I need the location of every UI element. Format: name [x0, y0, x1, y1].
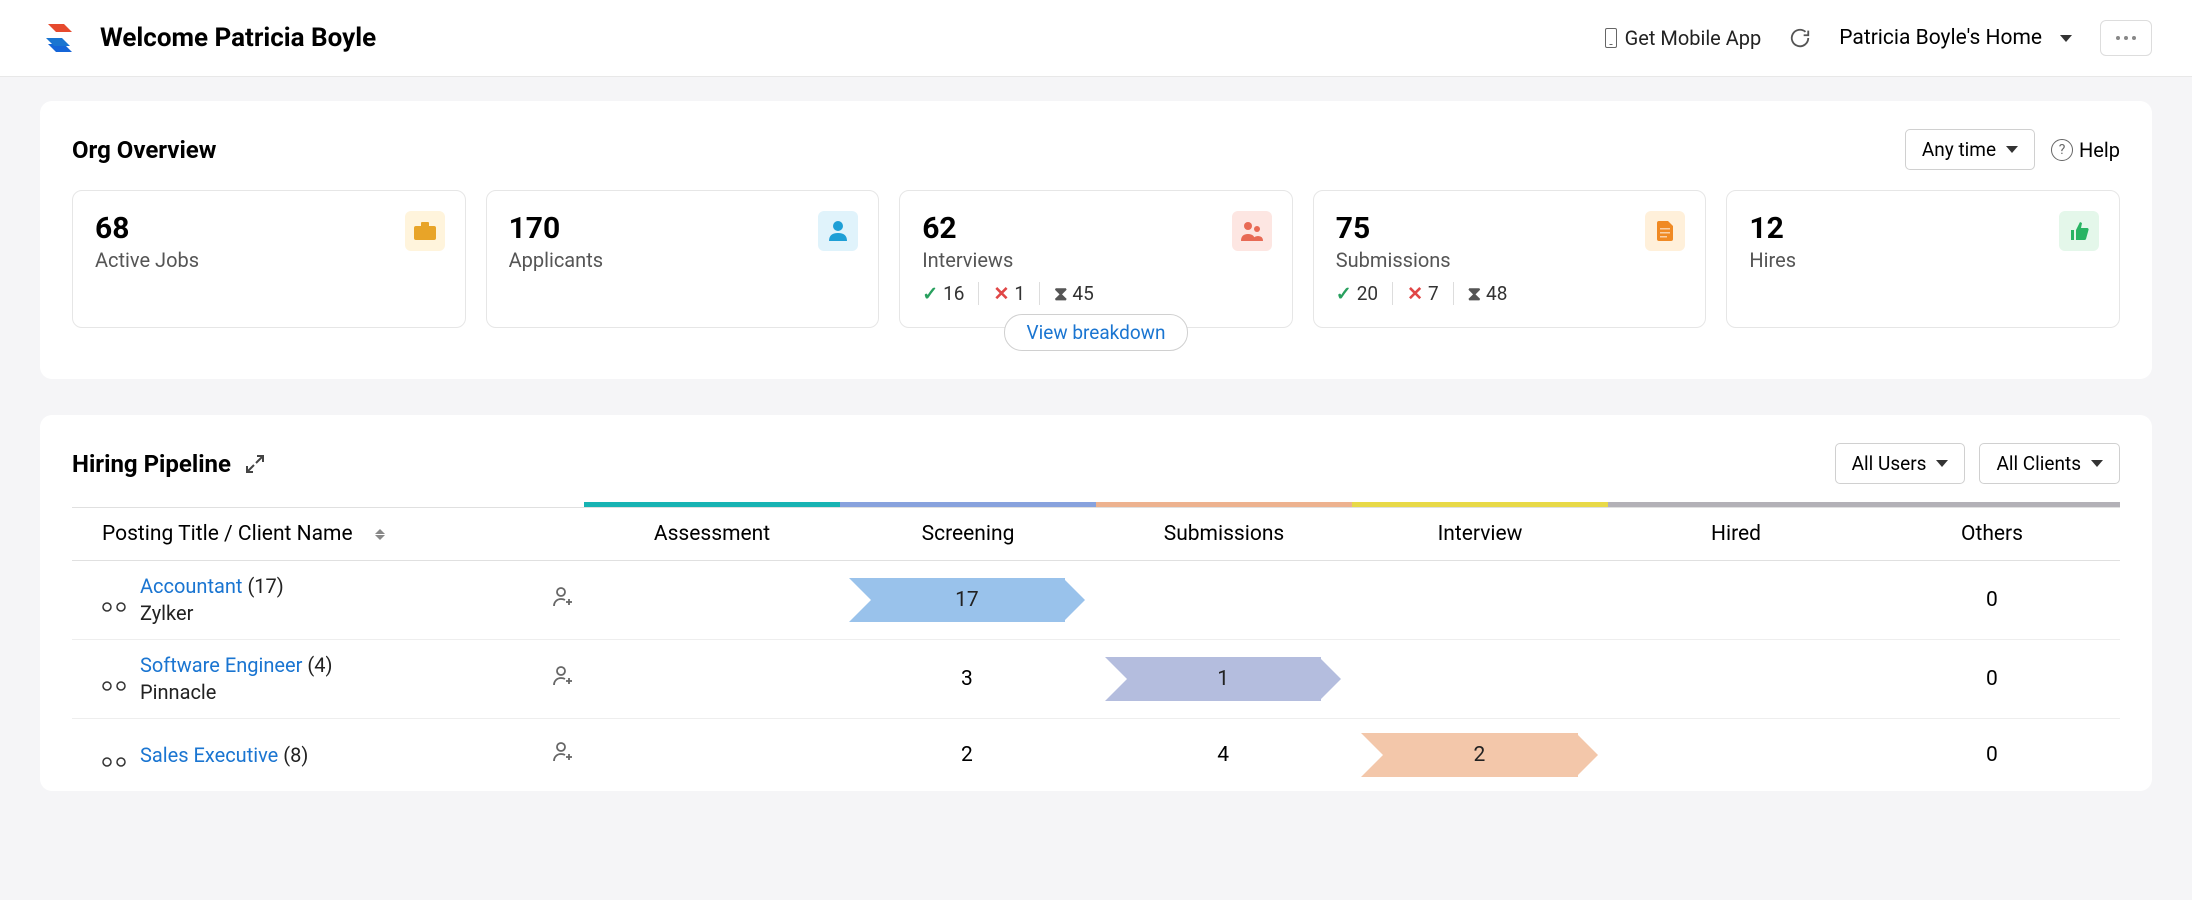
x-icon: ✕	[1407, 282, 1423, 305]
job-count: (8)	[283, 743, 308, 767]
stage-submissions-chip[interactable]: 1	[1105, 657, 1341, 701]
stage-screening: 3	[961, 667, 973, 691]
pipeline-table-header: Posting Title / Client Name Assessment S…	[72, 507, 2120, 561]
hiring-pipeline-card: Hiring Pipeline All Users All Clients	[40, 415, 2152, 791]
stat-hires[interactable]: 12 Hires	[1726, 190, 2120, 328]
clients-filter-dropdown[interactable]: All Clients	[1979, 443, 2120, 484]
stage-color-strip	[72, 502, 2120, 507]
bicycle-icon	[102, 594, 126, 606]
stage-others: 0	[1986, 588, 1998, 612]
pipeline-title: Hiring Pipeline	[72, 450, 231, 478]
stat-label: Applicants	[509, 248, 857, 272]
client-name: Zylker	[140, 600, 537, 627]
stat-value: 170	[509, 211, 857, 246]
refresh-icon[interactable]	[1789, 27, 1811, 49]
home-dropdown[interactable]: Patricia Boyle's Home	[1839, 26, 2072, 50]
hourglass-icon: ⧗	[1054, 282, 1067, 305]
clients-filter-label: All Clients	[1996, 452, 2081, 475]
column-hired[interactable]: Hired	[1608, 508, 1864, 560]
person-icon	[818, 211, 858, 251]
stage-screening: 2	[961, 743, 973, 767]
pipeline-row: Software Engineer (4) Pinnacle 3 1	[72, 640, 2120, 719]
app-logo	[40, 18, 80, 58]
thumbs-up-icon	[2059, 211, 2099, 251]
pending-count: 45	[1072, 282, 1093, 305]
x-icon: ✕	[993, 282, 1009, 305]
stage-submissions: 4	[1217, 743, 1229, 767]
column-interview[interactable]: Interview	[1352, 508, 1608, 560]
stat-value: 68	[95, 211, 443, 246]
home-dropdown-label: Patricia Boyle's Home	[1839, 26, 2042, 50]
stat-active-jobs[interactable]: 68 Active Jobs	[72, 190, 466, 328]
rejected-count: 1	[1014, 282, 1025, 305]
get-mobile-app-link[interactable]: Get Mobile App	[1605, 26, 1762, 50]
bicycle-icon	[102, 749, 126, 761]
view-breakdown-button[interactable]: View breakdown	[1004, 314, 1189, 351]
stat-label: Submissions	[1336, 248, 1684, 272]
phone-icon	[1605, 28, 1617, 48]
stat-label: Hires	[1749, 248, 2097, 272]
briefcase-icon	[405, 211, 445, 251]
stat-label: Interviews	[922, 248, 1270, 272]
chevron-down-icon	[2006, 146, 2018, 153]
stat-value: 12	[1749, 211, 2097, 246]
welcome-text: Welcome Patricia Boyle	[100, 23, 376, 53]
chevron-down-icon	[2060, 35, 2072, 42]
people-icon	[1232, 211, 1272, 251]
chevron-down-icon	[2091, 460, 2103, 467]
pipeline-table: Posting Title / Client Name Assessment S…	[72, 502, 2120, 791]
org-overview-card: Org Overview Any time ? Help 68 Active J…	[40, 101, 2152, 379]
column-submissions[interactable]: Submissions	[1096, 508, 1352, 560]
users-filter-label: All Users	[1852, 452, 1927, 475]
chevron-down-icon	[1936, 460, 1948, 467]
check-icon: ✓	[922, 282, 938, 305]
pipeline-row: Accountant (17) Zylker 17	[72, 561, 2120, 640]
approved-count: 20	[1357, 282, 1378, 305]
column-assessment[interactable]: Assessment	[584, 508, 840, 560]
rejected-count: 7	[1428, 282, 1439, 305]
column-others[interactable]: Others	[1864, 508, 2120, 560]
topbar: Welcome Patricia Boyle Get Mobile App Pa…	[0, 0, 2192, 77]
pipeline-row: Sales Executive (8) 2 4 2	[72, 719, 2120, 791]
job-count: (4)	[307, 653, 332, 677]
column-screening[interactable]: Screening	[840, 508, 1096, 560]
help-icon: ?	[2051, 139, 2073, 161]
job-title-link[interactable]: Software Engineer	[140, 653, 302, 677]
add-person-icon[interactable]	[551, 585, 575, 615]
column-posting[interactable]: Posting Title / Client Name	[72, 508, 584, 560]
sort-icon	[375, 529, 385, 540]
more-button[interactable]	[2100, 20, 2152, 56]
stage-interview-chip[interactable]: 2	[1361, 733, 1597, 777]
help-label: Help	[2079, 138, 2120, 162]
time-filter-label: Any time	[1922, 138, 1996, 161]
document-icon	[1645, 211, 1685, 251]
stage-others: 0	[1986, 743, 1998, 767]
bicycle-icon	[102, 673, 126, 685]
job-title-link[interactable]: Sales Executive	[140, 743, 278, 767]
add-person-icon[interactable]	[551, 740, 575, 770]
client-name: Pinnacle	[140, 679, 537, 706]
check-icon: ✓	[1336, 282, 1352, 305]
stat-value: 62	[922, 211, 1270, 246]
stat-value: 75	[1336, 211, 1684, 246]
stat-submissions[interactable]: 75 Submissions ✓20 ✕7 ⧗48	[1313, 190, 1707, 328]
stage-others: 0	[1986, 667, 1998, 691]
stat-label: Active Jobs	[95, 248, 443, 272]
hourglass-icon: ⧗	[1468, 282, 1481, 305]
help-link[interactable]: ? Help	[2051, 138, 2120, 162]
stat-applicants[interactable]: 170 Applicants	[486, 190, 880, 328]
expand-icon[interactable]	[245, 454, 265, 474]
stat-interviews[interactable]: 62 Interviews ✓16 ✕1 ⧗45	[899, 190, 1293, 328]
add-person-icon[interactable]	[551, 664, 575, 694]
stage-screening-chip[interactable]: 17	[849, 578, 1085, 622]
more-icon	[2116, 36, 2136, 40]
org-overview-title: Org Overview	[72, 136, 216, 164]
job-count: (17)	[247, 574, 283, 598]
approved-count: 16	[943, 282, 964, 305]
job-title-link[interactable]: Accountant	[140, 574, 242, 598]
time-filter-dropdown[interactable]: Any time	[1905, 129, 2035, 170]
mobile-app-label: Get Mobile App	[1625, 26, 1762, 50]
users-filter-dropdown[interactable]: All Users	[1835, 443, 1966, 484]
pending-count: 48	[1486, 282, 1507, 305]
